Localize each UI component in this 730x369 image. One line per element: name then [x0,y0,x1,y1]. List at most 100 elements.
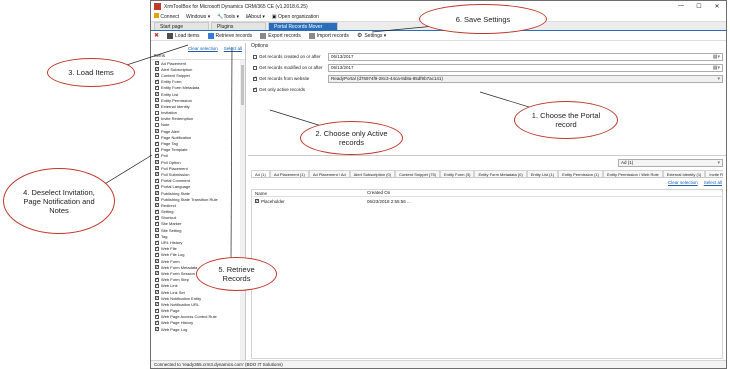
entity-tab[interactable]: Ad (1) [251,170,270,177]
created-on-column-header[interactable]: Created On [367,190,467,196]
item-checkbox[interactable] [155,190,159,196]
select-all-link[interactable]: Select all [224,46,242,51]
maximize-button[interactable]: ☐ [690,3,708,10]
close-button[interactable]: ✕ [708,3,726,10]
scroll-thumb[interactable] [241,65,244,105]
item-checkbox[interactable] [155,122,159,127]
item-checkbox[interactable] [155,282,159,288]
item-checkbox[interactable] [155,110,159,115]
item-checkbox[interactable] [155,295,159,301]
created-after-date[interactable]: 06/13/2017 ▦▾ [328,52,723,61]
entity-tab[interactable]: Ad Placement / Ad [308,170,350,177]
load-items-button[interactable]: Load items [167,32,200,39]
row-checkbox[interactable] [255,198,259,204]
created-after-checkbox[interactable] [253,54,257,59]
item-checkbox[interactable] [155,214,159,220]
settings-menu-button[interactable]: ⚙ Settings ▾ [357,32,386,40]
item-checkbox[interactable] [155,313,159,319]
modified-after-date[interactable]: 06/13/2017 ▦▾ [328,63,723,72]
item-checkbox[interactable] [155,159,159,165]
item-checkbox[interactable] [155,135,159,140]
website-checkbox[interactable] [253,75,257,81]
item-checkbox[interactable] [155,301,159,307]
item-checkbox[interactable] [155,227,159,233]
table-row[interactable]: Placeholder 06/23/2018 2:55:56 ... [252,197,722,205]
item-checkbox[interactable] [155,239,159,245]
item-label: Page Tag [161,141,178,147]
entity-tab[interactable]: Entity Permission (1) [558,170,603,177]
item-checkbox[interactable] [155,208,159,214]
item-label: Web Form [161,258,180,264]
name-column-header[interactable]: Name [252,190,367,196]
item-checkbox[interactable] [155,84,159,90]
item-checkbox[interactable] [155,66,159,72]
item-checkbox[interactable] [155,128,159,134]
item-checkbox[interactable] [155,78,159,84]
list-item[interactable]: Web Page Log [151,326,245,332]
item-checkbox[interactable] [155,152,159,158]
entity-tab[interactable]: Ad Placement (1) [269,170,309,177]
item-label: Redirect [161,202,176,208]
item-checkbox[interactable] [155,183,159,189]
item-checkbox[interactable] [155,165,159,171]
entity-select[interactable]: Ad (1) ▾ [618,159,723,167]
clear-selection-link[interactable]: Clear selection [188,46,218,51]
item-checkbox[interactable] [155,146,159,152]
item-checkbox[interactable] [155,103,159,109]
entity-tab[interactable]: Entity Form Metadata (0) [474,170,527,177]
item-checkbox[interactable] [155,251,159,257]
tools-menu[interactable]: 🔧Tools ▾ [217,14,239,20]
item-checkbox[interactable] [155,220,159,226]
item-checkbox[interactable] [155,307,159,313]
entity-tab[interactable]: Invite Redemption [705,170,723,177]
item-checkbox[interactable] [155,326,159,332]
item-checkbox[interactable] [155,319,159,325]
import-records-button[interactable]: Import records [308,32,349,39]
item-checkbox[interactable] [155,171,159,177]
entity-tab[interactable]: Content Snippet (75) [395,170,441,177]
entity-tab[interactable]: Alert Subscription (0) [349,170,396,177]
entity-tab[interactable]: Entity Permission / Web Role [602,170,663,177]
browser-icon: ▣ [271,13,277,20]
item-checkbox[interactable] [155,196,159,202]
item-label: Web Link Set [161,289,185,295]
item-checkbox[interactable] [155,140,159,146]
close-tool-button[interactable]: ✖ [154,32,159,39]
item-checkbox[interactable] [155,72,159,78]
grid-select-all-link[interactable]: Select all [704,180,722,185]
item-checkbox[interactable] [155,91,159,97]
website-select[interactable]: ReadyPortal (d76974f9-28c3-44ca-8d8a-85d… [328,74,723,83]
item-label: Entity Form [161,79,182,85]
minimize-button[interactable]: — [672,3,690,10]
item-checkbox[interactable] [155,258,159,264]
entity-tab[interactable]: Entity Form (3) [440,170,475,177]
modified-after-checkbox[interactable] [253,65,257,70]
retrieve-records-button[interactable]: Retrieve records [207,32,252,39]
item-checkbox[interactable] [155,289,159,295]
item-checkbox[interactable] [155,233,159,239]
entity-tab[interactable]: External Identity (1) [662,170,706,177]
items-scrollbar[interactable] [240,60,245,360]
item-checkbox[interactable] [155,60,159,66]
about-menu[interactable]: ℹAbout ▾ [246,14,265,20]
item-checkbox[interactable] [155,270,159,276]
item-checkbox[interactable] [155,245,159,251]
open-organization-button[interactable]: ▣ Open organization [272,14,319,20]
chevron-down-icon: ▾ [717,160,720,166]
item-checkbox[interactable] [155,202,159,208]
item-checkbox[interactable] [155,264,159,270]
tab-plugins[interactable]: Plugins [211,22,266,30]
created-after-label: Get records created on or after [259,54,321,59]
item-checkbox[interactable] [155,177,159,183]
entity-tab[interactable]: Entity List (1) [526,170,559,177]
grid-clear-selection-link[interactable]: Clear selection [668,180,698,185]
item-checkbox[interactable] [155,115,159,121]
tab-portal-records-mover[interactable]: Portal Records Mover (Ready... ✕ [268,22,338,38]
windows-menu[interactable]: Windows ▾ [186,14,210,20]
item-checkbox[interactable] [155,276,159,282]
connect-menu[interactable]: Connect [154,13,179,20]
item-checkbox[interactable] [155,97,159,103]
tab-start-page[interactable]: Start page [154,22,209,30]
export-records-button[interactable]: Export records [260,32,301,39]
active-only-checkbox[interactable] [253,86,257,92]
